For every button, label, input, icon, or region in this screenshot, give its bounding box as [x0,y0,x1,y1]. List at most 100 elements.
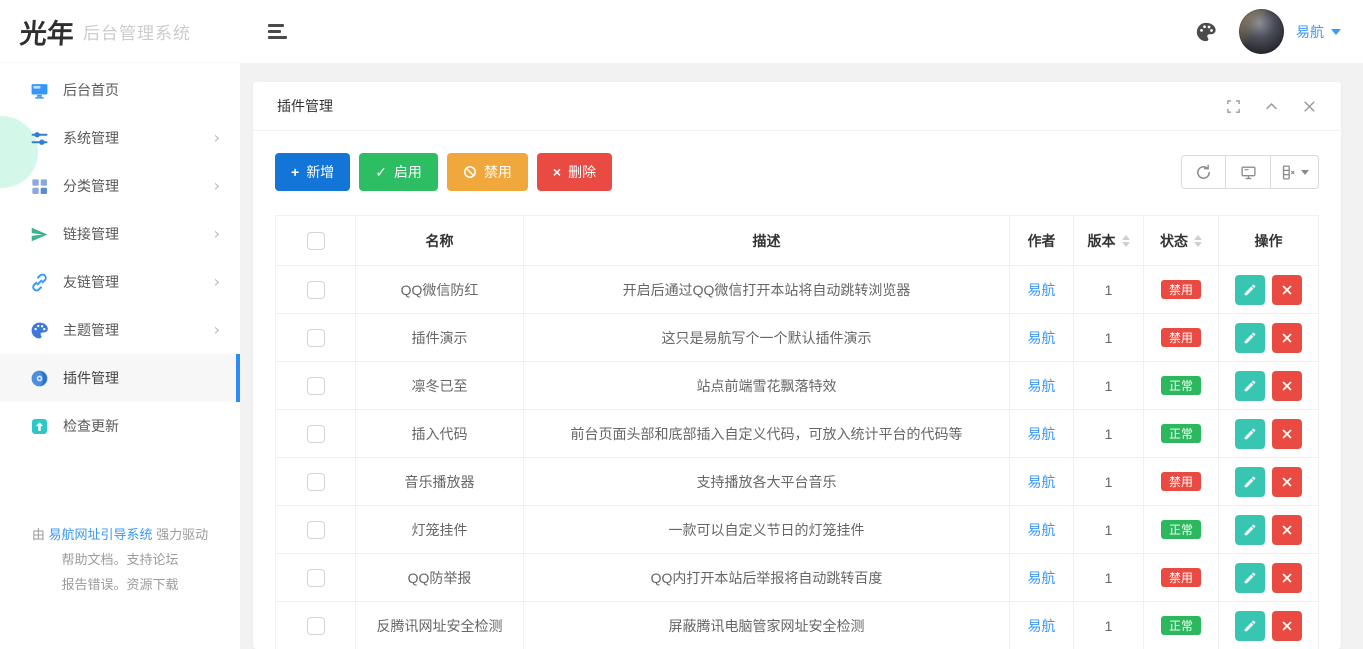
plugin-status-cell: 禁用 [1144,266,1219,314]
plugin-status-cell: 正常 [1144,362,1219,410]
powered-by-link[interactable]: 易航网址引导系统 [48,527,152,542]
sidebar-item-category[interactable]: 分类管理 › [0,162,240,210]
refresh-button[interactable] [1181,155,1226,189]
sidebar-item-friend-links[interactable]: 友链管理 › [0,258,240,306]
row-operations [1219,602,1319,649]
row-checkbox[interactable] [307,329,325,347]
row-operations [1219,362,1319,410]
delete-row-button[interactable] [1272,563,1302,593]
panel-body: + 新增 ✓ 启用 禁用 × 删除 [253,131,1341,649]
resource-download-link[interactable]: 资源下载 [127,577,179,592]
column-header-desc: 描述 [524,216,1010,266]
sidebar-item-update[interactable]: 检查更新 [0,402,240,450]
table-row: 凛冬已至 站点前端雪花飘落特效 易航 1 正常 [276,362,1319,410]
delete-row-button[interactable] [1272,467,1302,497]
sidebar-item-plugins[interactable]: 插件管理 [0,354,240,402]
report-error-link[interactable]: 报告错误 [61,577,113,592]
author-link[interactable]: 易航 [1028,474,1056,490]
row-checkbox[interactable] [307,281,325,299]
table-row: 插入代码 前台页面头部和底部插入自定义代码，可放入统计平台的代码等 易航 1 正… [276,410,1319,458]
sidebar-item-links[interactable]: 链接管理 › [0,210,240,258]
main-area: 易航 插件管理 [240,0,1363,649]
row-checkbox[interactable] [307,617,325,635]
display-mode-button[interactable] [1226,155,1271,189]
edit-button[interactable] [1235,371,1265,401]
delete-row-button[interactable] [1272,515,1302,545]
plugin-name: QQ微信防红 [356,266,524,314]
table-row: 灯笼挂件 一款可以自定义节日的灯笼挂件 易航 1 正常 [276,506,1319,554]
author-link[interactable]: 易航 [1028,570,1056,586]
collapse-button[interactable] [1264,99,1279,114]
author-link[interactable]: 易航 [1028,282,1056,298]
help-doc-link[interactable]: 帮助文档 [61,552,113,567]
edit-button[interactable] [1235,515,1265,545]
edit-button[interactable] [1235,275,1265,305]
row-checkbox[interactable] [307,377,325,395]
select-all-checkbox[interactable] [307,232,325,250]
sidebar-item-theme[interactable]: 主题管理 › [0,306,240,354]
author-link[interactable]: 易航 [1028,426,1056,442]
sliders-icon [30,129,49,148]
sidebar-item-system[interactable]: 系统管理 › [0,114,240,162]
row-checkbox[interactable] [307,521,325,539]
sort-icon[interactable] [1194,235,1202,247]
sort-icon[interactable] [1122,235,1130,247]
status-badge: 禁用 [1161,472,1201,491]
delete-row-button[interactable] [1272,371,1302,401]
column-header-status[interactable]: 状态 [1144,216,1219,266]
panel-header: 插件管理 [253,82,1341,131]
theme-palette-button[interactable] [1195,21,1217,43]
edit-button[interactable] [1235,467,1265,497]
delete-row-button[interactable] [1272,611,1302,641]
hamburger-menu-button[interactable] [268,21,290,43]
sidebar-menu: 后台首页 系统管理 › 分类管理 › 链接管理 › [0,63,240,450]
footer-links-row: 报告错误。资源下载 [0,572,240,597]
plus-icon: + [291,165,299,179]
edit-button[interactable] [1235,611,1265,641]
export-columns-button[interactable] [1271,155,1319,189]
username-dropdown[interactable]: 易航 [1296,22,1341,42]
sidebar-item-home[interactable]: 后台首页 [0,66,240,114]
plugin-author-cell: 易航 [1010,314,1074,362]
add-button[interactable]: + 新增 [275,153,350,191]
author-link[interactable]: 易航 [1028,522,1056,538]
edit-button[interactable] [1235,419,1265,449]
close-panel-button[interactable] [1302,99,1317,114]
author-link[interactable]: 易航 [1028,618,1056,634]
support-forum-link[interactable]: 支持论坛 [127,552,179,567]
disable-button[interactable]: 禁用 [447,153,528,191]
sidebar-item-label: 系统管理 [63,128,214,148]
column-header-author: 作者 [1010,216,1074,266]
enable-button[interactable]: ✓ 启用 [359,153,438,191]
plugin-name: QQ防举报 [356,554,524,602]
row-checkbox[interactable] [307,425,325,443]
plugin-name: 插入代码 [356,410,524,458]
table-body: QQ微信防红 开启后通过QQ微信打开本站将自动跳转浏览器 易航 1 禁用 插件演… [276,266,1319,649]
edit-button[interactable] [1235,323,1265,353]
edit-button[interactable] [1235,563,1265,593]
row-select-cell [276,458,356,506]
fullscreen-button[interactable] [1226,99,1241,114]
plugin-status-cell: 正常 [1144,410,1219,458]
row-checkbox[interactable] [307,473,325,491]
plugin-author-cell: 易航 [1010,506,1074,554]
row-operations [1219,554,1319,602]
toolbar: + 新增 ✓ 启用 禁用 × 删除 [275,153,1319,191]
author-link[interactable]: 易航 [1028,330,1056,346]
row-checkbox[interactable] [307,569,325,587]
plugin-description: 屏蔽腾讯电脑管家网址安全检测 [524,602,1010,649]
user-avatar[interactable] [1239,9,1284,54]
author-link[interactable]: 易航 [1028,378,1056,394]
column-header-version[interactable]: 版本 [1074,216,1144,266]
delete-row-button[interactable] [1272,323,1302,353]
plugin-version: 1 [1074,554,1144,602]
top-header: 易航 [240,0,1363,63]
update-icon [30,417,49,436]
table-row: 音乐播放器 支持播放各大平台音乐 易航 1 禁用 [276,458,1319,506]
delete-button[interactable]: × 删除 [537,153,612,191]
delete-row-button[interactable] [1272,419,1302,449]
plugin-name: 插件演示 [356,314,524,362]
plugin-name: 音乐播放器 [356,458,524,506]
delete-row-button[interactable] [1272,275,1302,305]
table-row: QQ微信防红 开启后通过QQ微信打开本站将自动跳转浏览器 易航 1 禁用 [276,266,1319,314]
